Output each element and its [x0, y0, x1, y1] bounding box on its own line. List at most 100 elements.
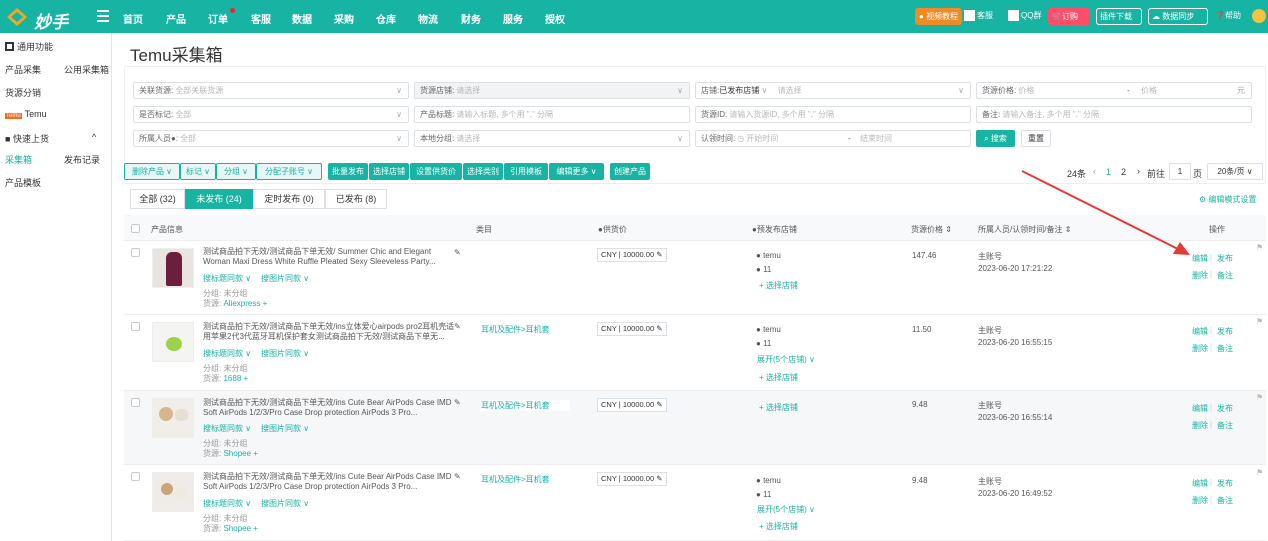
edit-more-dropdown[interactable]: 编辑更多 ∨ — [549, 163, 604, 180]
supply-price-input[interactable]: CNY | 10000.00 ✎ — [597, 248, 667, 262]
source-price-range[interactable]: 货源价格: 价格 - 价格元 — [976, 82, 1252, 99]
sidebar-item-collect-box[interactable]: 采集箱 — [5, 153, 32, 166]
chevron-up-icon[interactable]: ^ — [92, 132, 96, 142]
product-thumbnail[interactable] — [152, 472, 194, 512]
supply-price-input[interactable]: CNY | 10000.00 ✎ — [597, 398, 667, 412]
row-checkbox[interactable] — [131, 398, 140, 407]
prev-page-icon[interactable]: ‹ — [1093, 166, 1096, 176]
nav-authorize[interactable]: 授权 — [545, 11, 565, 26]
sidebar-item-source[interactable]: 货源分销 — [5, 86, 41, 99]
expand-stores-link[interactable]: 展开(5个店铺) ∨ — [757, 354, 815, 365]
sidebar-item-product-collect[interactable]: 产品采集 — [5, 63, 41, 76]
nav-home[interactable]: 首页 — [123, 11, 143, 26]
edit-link[interactable]: 编辑 — [1192, 253, 1208, 264]
flag-icon[interactable]: ⚑ — [1256, 243, 1263, 252]
remark-link[interactable]: 备注 — [1217, 343, 1233, 354]
supply-price-input[interactable]: CNY | 10000.00 ✎ — [597, 322, 667, 336]
publish-link[interactable]: 发布 — [1217, 478, 1233, 489]
source-link[interactable]: Shopee — [223, 449, 251, 458]
sidebar-item-publish-log[interactable]: 发布记录 — [64, 153, 100, 166]
source-link[interactable]: Aliexpress — [223, 299, 260, 308]
delete-product-dropdown[interactable]: 删除产品 ∨ — [124, 163, 180, 180]
row-checkbox[interactable] — [131, 472, 140, 481]
plugin-download-button[interactable]: 插件下载 — [1096, 8, 1142, 25]
next-page-icon[interactable]: › — [1137, 166, 1140, 176]
expand-stores-link[interactable]: 展开(5个店铺) ∨ — [757, 504, 815, 515]
search-same-title-link[interactable]: 搜标题同款 ∨ — [203, 273, 251, 284]
search-same-title-link[interactable]: 搜标题同款 ∨ — [203, 423, 251, 434]
edit-link[interactable]: 编辑 — [1192, 478, 1208, 489]
tab-published[interactable]: 已发布 (8) — [325, 189, 387, 209]
supply-price-input[interactable]: CNY | 10000.00 ✎ — [597, 472, 667, 486]
flag-icon[interactable]: ⚑ — [1256, 317, 1263, 326]
claim-time-range[interactable]: 认领时间: ◷ 开始时间 - 结束时间 — [695, 130, 971, 147]
edit-mode-setting[interactable]: ⚙ 编辑模式设置 — [1199, 194, 1256, 205]
publish-link[interactable]: 发布 — [1217, 253, 1233, 264]
goto-page-input[interactable]: 1 — [1169, 163, 1191, 180]
related-source-select[interactable]: 关联货源: 全部关联货源 ∨ — [133, 82, 409, 99]
source-store-select[interactable]: 货源店铺: 请选择 ∨ — [414, 82, 690, 99]
sidebar-item-public-box[interactable]: 公用采集箱 — [64, 63, 109, 76]
mark-dropdown[interactable]: 标记 ∨ — [180, 163, 216, 180]
delete-link[interactable]: 删除 — [1192, 343, 1208, 354]
edit-link[interactable]: 编辑 — [1192, 326, 1208, 337]
edit-link[interactable]: 编辑 — [1192, 403, 1208, 414]
delete-link[interactable]: 删除 — [1192, 270, 1208, 281]
remark-link[interactable]: 备注 — [1217, 420, 1233, 431]
remark-input[interactable]: 备注: 请输入备注, 多个用 "," 分隔 — [976, 106, 1252, 123]
tab-unpublished[interactable]: 未发布 (24) — [185, 189, 253, 209]
product-title[interactable]: 测试商品拍下无效/测试商品下单无效/ Summer Chic and Elega… — [203, 247, 455, 267]
edit-title-icon[interactable]: ✎ — [454, 472, 461, 481]
search-button[interactable]: ⌕ 搜索 — [976, 130, 1015, 147]
source-link[interactable]: Shopee — [223, 524, 251, 533]
search-same-title-link[interactable]: 搜标题同款 ∨ — [203, 348, 251, 359]
qq-group-button[interactable]: QQ群 — [1005, 8, 1044, 25]
help-button[interactable]: ❓帮助 — [1212, 8, 1244, 25]
data-sync-button[interactable]: ☁ 数据同步 — [1148, 8, 1208, 25]
category-link[interactable]: 耳机及配件>耳机套 — [481, 474, 550, 485]
search-same-image-link[interactable]: 搜图片同款 ∨ — [261, 273, 309, 284]
search-same-title-link[interactable]: 搜标题同款 ∨ — [203, 498, 251, 509]
nav-service2[interactable]: 服务 — [503, 11, 523, 26]
product-title[interactable]: 测试商品拍下无效/测试商品下单无效/ins立体爱心airpods pro2耳机壳… — [203, 322, 455, 342]
page-1[interactable]: 1 — [1106, 167, 1111, 177]
page-2[interactable]: 2 — [1121, 167, 1126, 177]
sidebar-item-temu[interactable]: Temu Temu — [5, 109, 47, 119]
nav-logistics[interactable]: 物流 — [418, 11, 438, 26]
user-avatar[interactable] — [1252, 9, 1266, 23]
owner-select[interactable]: 所属人员●: 全部 ∨ — [133, 130, 409, 147]
select-store-link[interactable]: + 选择店铺 — [759, 280, 798, 291]
source-link[interactable]: 1688 — [223, 374, 241, 383]
flag-icon[interactable]: ⚑ — [1256, 468, 1263, 477]
batch-publish-button[interactable]: 批量发布 — [328, 163, 368, 180]
sidebar-quick-upload[interactable]: ■ 快速上货 — [5, 132, 49, 145]
menu-toggle-icon[interactable] — [97, 10, 109, 22]
assign-account-dropdown[interactable]: 分配子账号 ∨ — [256, 163, 322, 180]
subscribe-button[interactable]: 🛒订购 — [1048, 8, 1090, 25]
logo[interactable]: 妙手 — [6, 6, 106, 33]
product-title-input[interactable]: 产品标题: 请输入标题, 多个用 "," 分隔 — [414, 106, 690, 123]
select-store-button[interactable]: 选择店铺 — [369, 163, 409, 180]
product-thumbnail[interactable] — [152, 248, 194, 288]
tab-all[interactable]: 全部 (32) — [130, 189, 185, 209]
product-thumbnail[interactable] — [152, 322, 194, 362]
marked-select[interactable]: 是否标记: 全部 ∨ — [133, 106, 409, 123]
group-dropdown[interactable]: 分组 ∨ — [216, 163, 256, 180]
delete-link[interactable]: 删除 — [1192, 495, 1208, 506]
product-title[interactable]: 测试商品拍下无效/测试商品下单无效/ins Cute Bear AirPods … — [203, 472, 455, 492]
search-same-image-link[interactable]: 搜图片同款 ∨ — [261, 498, 309, 509]
remark-link[interactable]: 备注 — [1217, 270, 1233, 281]
nav-order[interactable]: 订单 — [208, 11, 228, 26]
select-store-link[interactable]: + 选择店铺 — [759, 372, 798, 383]
nav-service[interactable]: 客服 — [251, 11, 271, 26]
nav-product[interactable]: 产品 — [166, 11, 186, 26]
publish-link[interactable]: 发布 — [1217, 403, 1233, 414]
select-all-checkbox[interactable] — [131, 224, 140, 233]
sidebar-general[interactable]: 通用功能 — [5, 40, 53, 53]
edit-title-icon[interactable]: ✎ — [454, 398, 461, 407]
flag-icon[interactable]: ⚑ — [1256, 393, 1263, 402]
reset-button[interactable]: 重置 — [1021, 130, 1051, 147]
tab-scheduled[interactable]: 定时发布 (0) — [253, 189, 325, 209]
nav-data[interactable]: 数据 — [292, 11, 312, 26]
video-tutorial-button[interactable]: ● 视频教程 — [915, 8, 963, 25]
